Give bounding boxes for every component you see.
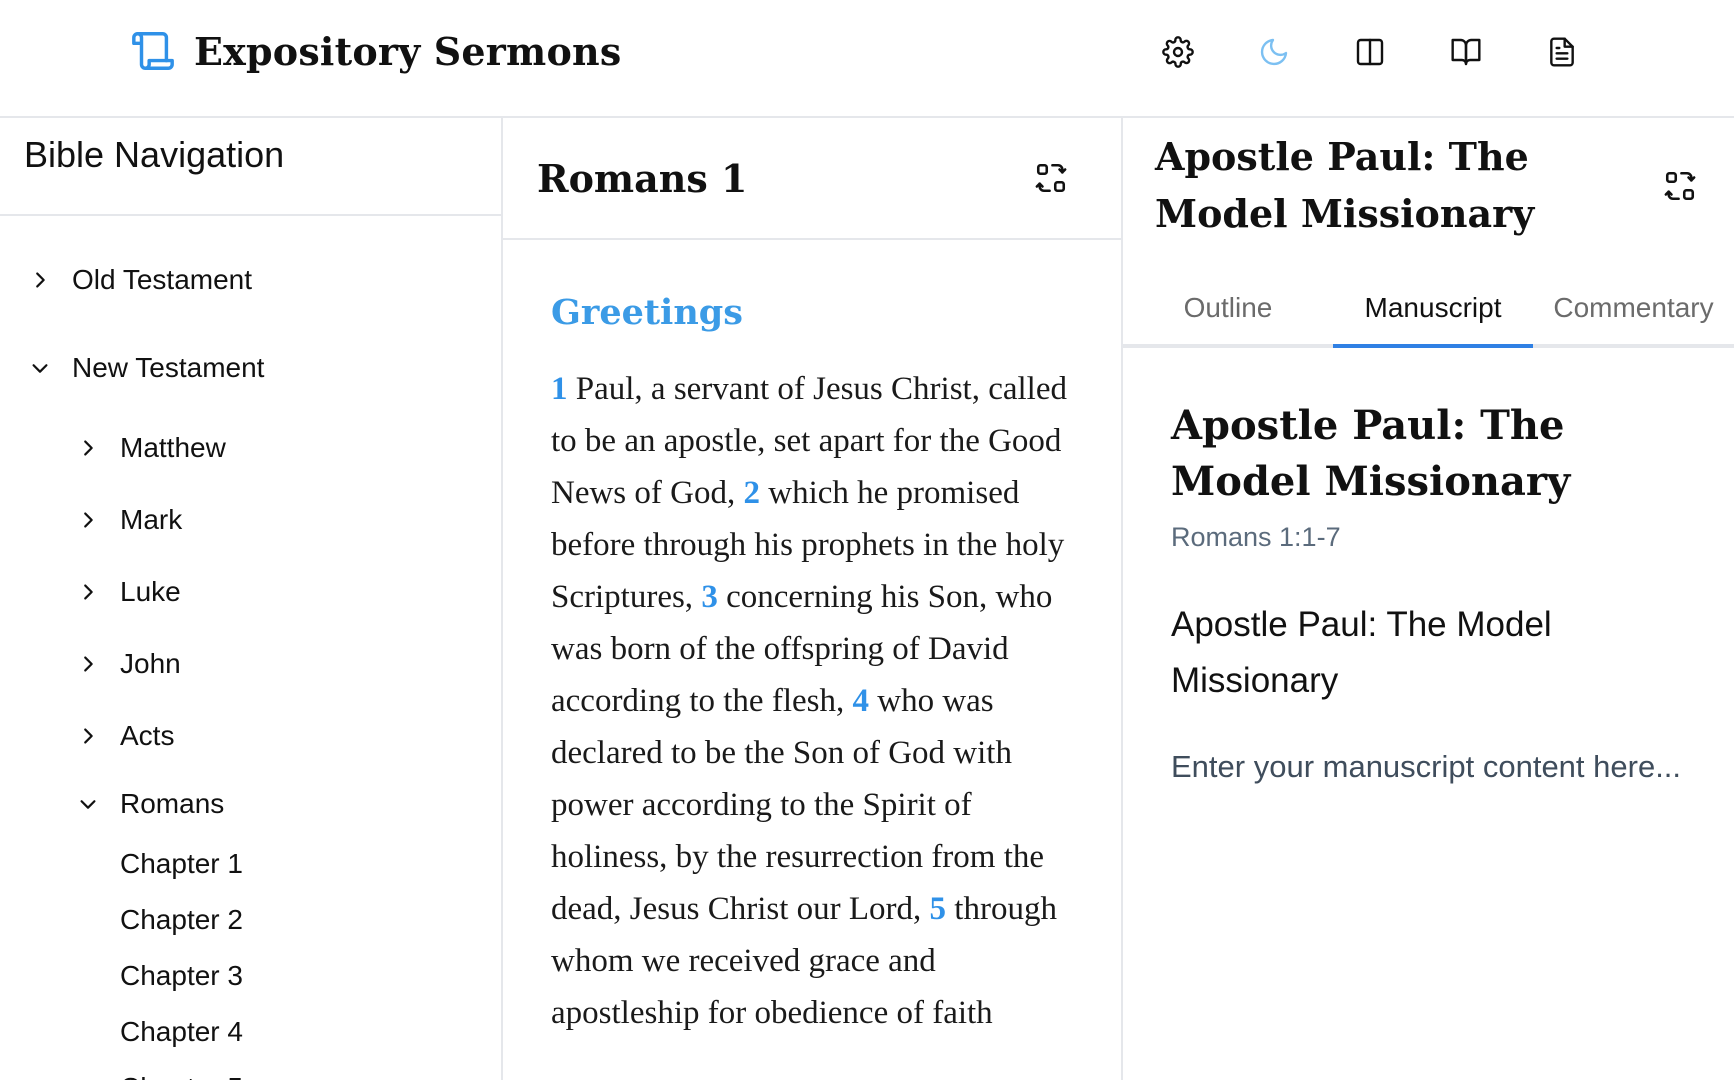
bible-button[interactable] (1448, 34, 1484, 70)
manuscript-heading: Apostle Paul: The Model Missionary (1171, 605, 1552, 700)
chevron-right-icon (76, 580, 100, 604)
scripture-reference: Romans 1:1-7 (1171, 522, 1341, 552)
testament-tree: Old Testament New Testament Matthew Mark… (0, 216, 501, 1080)
tree-item-mark[interactable]: Mark (0, 484, 501, 556)
tree-item-acts[interactable]: Acts (0, 700, 501, 772)
verse-number[interactable]: 2 (743, 475, 760, 511)
tree-item-luke[interactable]: Luke (0, 556, 501, 628)
bible-navigation-panel: Bible Navigation Old Testament New Testa… (0, 118, 503, 1080)
chevron-right-icon (76, 436, 100, 460)
brand[interactable]: Expository Sermons (130, 28, 621, 74)
sermon-header: Apostle Paul: The Model Missionary Outli… (1123, 118, 1734, 348)
chapter-link-5[interactable]: Chapter 5 (0, 1060, 501, 1080)
gear-icon (1162, 36, 1194, 68)
chapter-link-2[interactable]: Chapter 2 (0, 892, 501, 948)
app-title: Expository Sermons (194, 28, 622, 74)
tree-item-john[interactable]: John (0, 628, 501, 700)
verse-number[interactable]: 4 (852, 683, 869, 719)
scroll-icon (132, 32, 174, 70)
columns-icon (1356, 38, 1384, 66)
chevron-down-icon (76, 792, 100, 816)
nav-title: Bible Navigation (0, 118, 501, 216)
tree-item-label: Old Testament (72, 264, 253, 295)
scripture-header: Romans 1 (503, 118, 1121, 240)
verse-number[interactable]: 1 (551, 371, 568, 407)
scripture-panel: Romans 1 Greetings 1 Paul, a servant of … (503, 118, 1123, 1080)
section-heading: Greetings (551, 292, 743, 333)
tree-item-label: Matthew (120, 432, 226, 463)
sermon-title: Apostle Paul: The Model Missionary (1155, 134, 1535, 236)
passage-title: Romans 1 (537, 155, 748, 201)
manuscript-body: Apostle Paul: The Model Missionary Roman… (1123, 348, 1734, 795)
tab-manuscript[interactable]: Manuscript (1333, 278, 1533, 348)
tree-item-new-testament[interactable]: New Testament (0, 324, 501, 412)
toolbar (1160, 34, 1640, 70)
chapter-link-1[interactable]: Chapter 1 (0, 836, 501, 892)
chapter-link-3[interactable]: Chapter 3 (0, 948, 501, 1004)
swap-panel-button[interactable] (1662, 168, 1698, 204)
tree-item-label: Luke (120, 576, 181, 607)
passage-text: 1 Paul, a servant of Jesus Christ, calle… (551, 363, 1081, 1039)
app-header: Expository Sermons (0, 0, 1734, 118)
swap-icon (1035, 163, 1067, 193)
tree-item-label: New Testament (72, 352, 265, 383)
passage-body: Greetings 1 Paul, a servant of Jesus Chr… (503, 240, 1121, 1039)
chevron-right-icon (76, 652, 100, 676)
sermon-tabs: Outline Manuscript Commentary (1123, 278, 1734, 348)
tab-commentary[interactable]: Commentary (1533, 278, 1734, 348)
swap-icon (1664, 171, 1696, 201)
chevron-right-icon (76, 508, 100, 532)
theme-toggle-button[interactable] (1256, 34, 1292, 70)
verse-number[interactable]: 3 (701, 579, 718, 615)
tree-item-old-testament[interactable]: Old Testament (0, 236, 501, 324)
tree-item-label: John (120, 648, 181, 679)
chevron-right-icon (28, 268, 52, 292)
chevron-right-icon (76, 724, 100, 748)
open-book-icon (1451, 38, 1481, 66)
tree-item-label: Mark (120, 504, 183, 535)
tab-outline[interactable]: Outline (1123, 278, 1333, 348)
chapter-link-4[interactable]: Chapter 4 (0, 1004, 501, 1060)
document-button[interactable] (1544, 34, 1580, 70)
sermon-panel: Apostle Paul: The Model Missionary Outli… (1123, 118, 1734, 1080)
tree-item-romans[interactable]: Romans (0, 772, 501, 836)
verse-number[interactable]: 5 (930, 891, 947, 927)
moon-icon (1260, 38, 1288, 66)
swap-panel-button[interactable] (1033, 160, 1069, 196)
split-view-button[interactable] (1352, 34, 1388, 70)
tree-item-matthew[interactable]: Matthew (0, 412, 501, 484)
chevron-down-icon (28, 356, 52, 380)
manuscript-title: Apostle Paul: The Model Missionary (1171, 402, 1571, 505)
manuscript-editor[interactable]: Enter your manuscript content here... (1171, 739, 1698, 795)
tree-item-label: Romans (120, 788, 225, 819)
tree-item-label: Acts (120, 720, 175, 751)
settings-button[interactable] (1160, 34, 1196, 70)
document-icon (1550, 37, 1574, 67)
